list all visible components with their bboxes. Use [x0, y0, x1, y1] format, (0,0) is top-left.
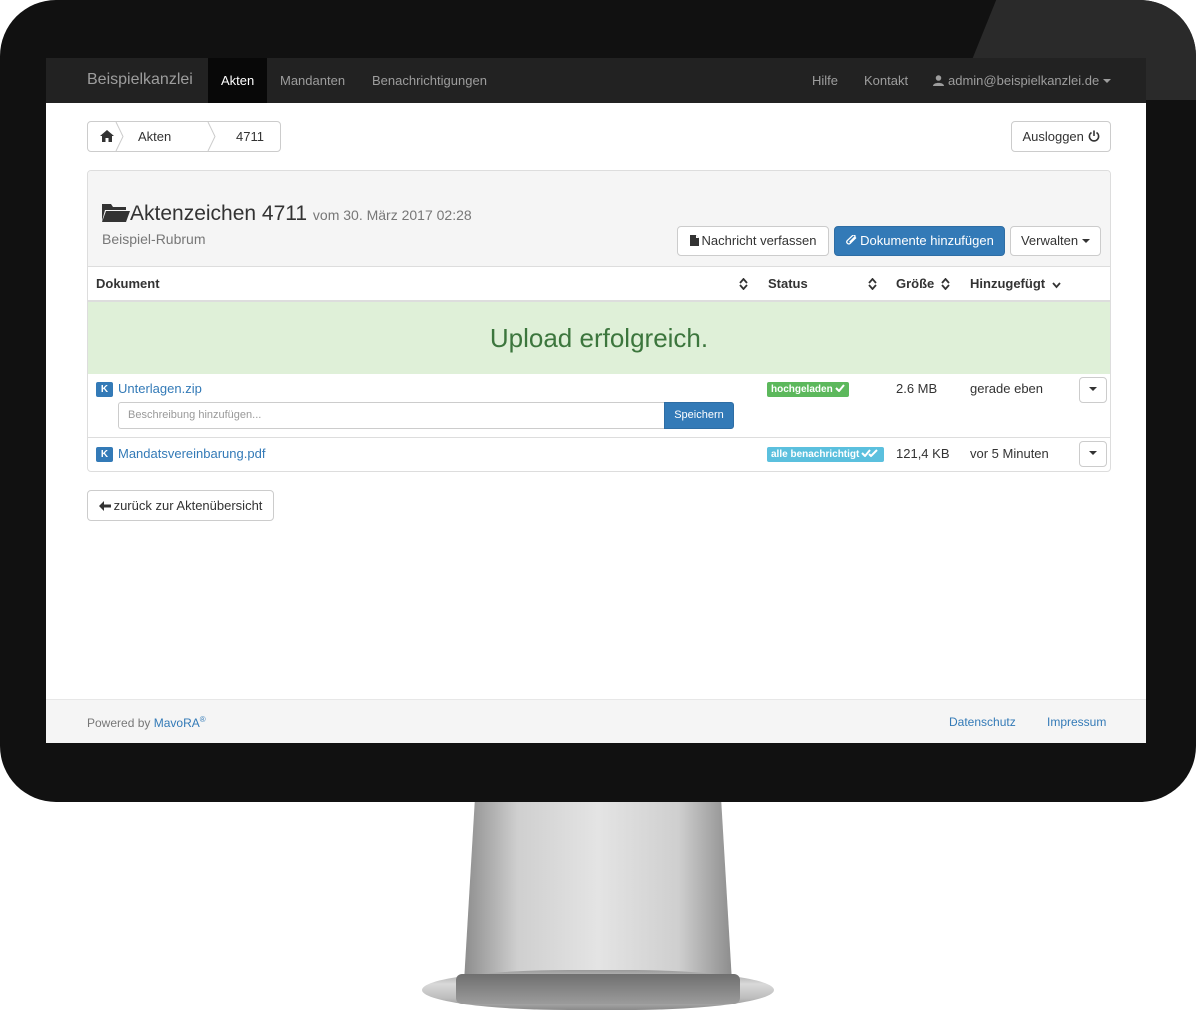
breadcrumb-item-current: 4711 — [236, 129, 264, 144]
power-icon — [1088, 130, 1099, 142]
case-date: vom 30. März 2017 02:28 — [312, 207, 472, 223]
document-type-badge: K — [96, 447, 113, 462]
row-actions-button[interactable] — [1079, 377, 1107, 403]
document-added: gerade eben — [970, 381, 1044, 396]
user-email: admin@beispielkanzlei.de — [948, 73, 1100, 88]
case-panel: Aktenzeichen 4711 vom 30. März 2017 02:2… — [87, 170, 1111, 472]
document-size: 2.6 MB — [896, 381, 938, 396]
paperclip-icon — [846, 234, 857, 245]
sort-icon[interactable] — [739, 278, 748, 290]
privacy-link[interactable]: Datenschutz — [949, 715, 1016, 729]
folder-open-icon — [102, 204, 130, 222]
manage-dropdown-button[interactable]: Verwalten — [1010, 226, 1101, 256]
column-header-document[interactable]: Dokument — [96, 267, 160, 301]
double-check-icon — [861, 449, 879, 458]
user-menu[interactable]: admin@beispielkanzlei.de — [920, 58, 1124, 103]
monitor-stand-neck — [464, 802, 732, 982]
case-rubrum: Beispiel-Rubrum — [102, 231, 206, 247]
document-link-unterlagen[interactable]: Unterlagen.zip — [118, 381, 202, 396]
case-title: Aktenzeichen 4711 — [130, 202, 308, 225]
nav-item-akten[interactable]: Akten — [208, 58, 268, 103]
chevron-down-icon — [1103, 79, 1112, 83]
sort-icon[interactable] — [941, 278, 950, 290]
document-link-mandatsvereinbarung[interactable]: Mandatsvereinbarung.pdf — [118, 446, 265, 461]
column-header-added[interactable]: Hinzugefügt — [970, 267, 1045, 301]
chevron-down-icon — [1089, 387, 1097, 391]
mavora-link[interactable]: MavoRA® — [154, 715, 206, 730]
page-title: Aktenzeichen 4711 vom 30. März 2017 02:2… — [102, 201, 472, 226]
case-panel-header: Aktenzeichen 4711 vom 30. März 2017 02:2… — [88, 171, 1110, 267]
powered-by-text: Powered by MavoRA® — [87, 715, 206, 730]
add-documents-button[interactable]: Dokumente hinzufügen — [834, 226, 1005, 256]
nav-item-hilfe[interactable]: Hilfe — [799, 58, 851, 103]
breadcrumb-home[interactable] — [88, 122, 124, 151]
compose-message-button[interactable]: Nachricht verfassen — [677, 226, 829, 256]
back-to-overview-button[interactable]: zurück zur Aktenübersicht — [87, 490, 274, 521]
arrow-left-icon — [98, 501, 111, 511]
chevron-down-icon — [1089, 451, 1097, 455]
status-badge-uploaded: hochgeladen — [767, 382, 849, 397]
check-icon — [834, 384, 845, 393]
browser-screen: Beispielkanzlei Akten Mandanten Benachri… — [46, 58, 1146, 743]
user-icon — [933, 75, 944, 86]
file-icon — [689, 235, 699, 246]
column-header-status[interactable]: Status — [768, 267, 808, 301]
home-icon — [100, 130, 114, 142]
row-actions-button[interactable] — [1079, 441, 1107, 467]
chevron-down-icon — [1082, 239, 1091, 243]
description-input[interactable]: Beschreibung hinzufügen... — [118, 402, 664, 429]
document-type-badge: K — [96, 382, 113, 397]
logout-button[interactable]: Ausloggen — [1011, 121, 1111, 152]
status-badge-notified: alle benachrichtigt — [767, 447, 885, 462]
navbar-brand[interactable]: Beispielkanzlei — [87, 71, 193, 89]
monitor-stand-base — [422, 970, 774, 1010]
sort-descending-icon[interactable] — [1052, 281, 1061, 289]
nav-item-benachrichtigungen[interactable]: Benachrichtigungen — [359, 58, 500, 103]
column-header-size[interactable]: Größe — [896, 267, 934, 301]
page-footer: Powered by MavoRA® Datenschutz Impressum — [46, 699, 1146, 743]
top-navbar: Beispielkanzlei Akten Mandanten Benachri… — [46, 58, 1146, 103]
sort-icon[interactable] — [868, 278, 877, 290]
document-added: vor 5 Minuten — [970, 446, 1049, 461]
breadcrumb-item-akten[interactable]: Akten — [122, 122, 216, 151]
save-description-button[interactable]: Speichern — [664, 402, 734, 429]
nav-item-kontakt[interactable]: Kontakt — [851, 58, 921, 103]
document-size: 121,4 KB — [896, 446, 950, 461]
imprint-link[interactable]: Impressum — [1047, 715, 1106, 729]
upload-success-alert: Upload erfolgreich. — [88, 302, 1110, 374]
nav-item-mandanten[interactable]: Mandanten — [267, 58, 358, 103]
breadcrumb: Akten 4711 — [87, 121, 281, 152]
